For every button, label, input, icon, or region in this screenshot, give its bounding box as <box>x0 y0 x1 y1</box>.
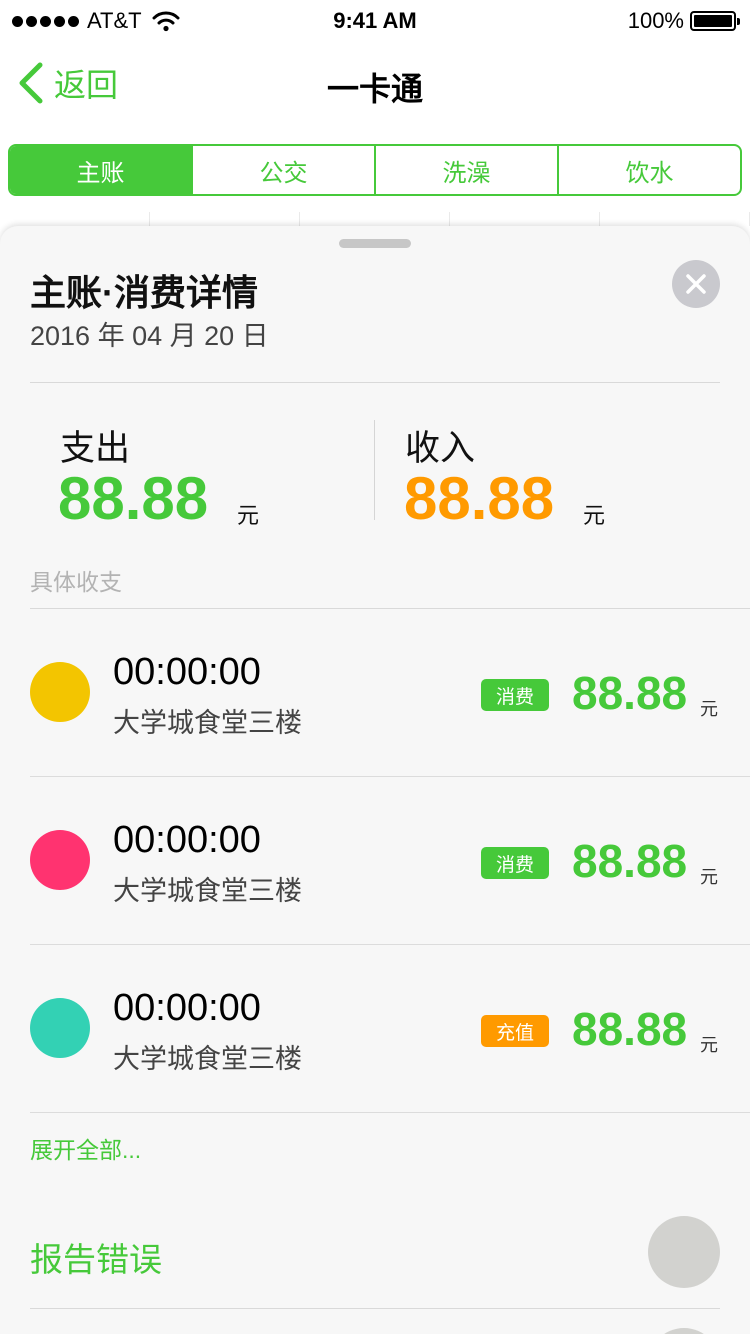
tab-shower[interactable]: 洗澡 <box>374 146 557 194</box>
transaction-row[interactable]: 00:00:00 大学城食堂三楼 消费 88.88 元 <box>0 609 750 777</box>
transaction-amount: 88.88 <box>572 835 688 887</box>
transaction-unit: 元 <box>700 1035 718 1055</box>
tab-main-account[interactable]: 主账 <box>10 146 191 194</box>
row-divider <box>30 1112 750 1113</box>
category-dot <box>30 998 90 1058</box>
transaction-time: 00:00:00 <box>113 651 261 693</box>
transaction-place: 大学城食堂三楼 <box>113 876 302 906</box>
close-icon <box>686 274 706 294</box>
status-bar: AT&T 9:41 AM 100% <box>0 0 750 40</box>
category-dot <box>30 830 90 890</box>
transaction-type-badge: 消费 <box>481 847 549 879</box>
transaction-type-badge: 充值 <box>481 1015 549 1047</box>
expense-amount: 88.88 <box>58 465 209 532</box>
battery-percentage: 100% <box>627 8 684 33</box>
transaction-amount: 88.88 <box>572 1003 688 1055</box>
transaction-type-badge: 消费 <box>481 679 549 711</box>
tab-water[interactable]: 饮水 <box>557 146 740 194</box>
transaction-row[interactable]: 00:00:00 大学城食堂三楼 充值 88.88 元 <box>0 945 750 1113</box>
partial-circle <box>648 1328 720 1334</box>
transaction-place: 大学城食堂三楼 <box>113 1044 302 1074</box>
income-amount: 88.88 <box>404 465 555 532</box>
status-right: 100% <box>627 8 740 34</box>
account-segmented-control: 主账 公交 洗澡 饮水 <box>8 144 742 196</box>
header-divider <box>30 382 720 383</box>
transaction-unit: 元 <box>700 867 718 887</box>
report-toggle[interactable] <box>648 1216 720 1288</box>
navigation-bar: 返回 一卡通 <box>0 40 750 128</box>
tab-bus[interactable]: 公交 <box>191 146 374 194</box>
sheet-title: 主账·消费详情 <box>30 272 258 313</box>
section-label: 具体收支 <box>30 569 122 595</box>
transaction-time: 00:00:00 <box>113 987 261 1029</box>
sheet-date: 2016 年 04 月 20 日 <box>30 321 269 351</box>
income-unit: 元 <box>583 503 606 528</box>
expense-unit: 元 <box>237 503 260 528</box>
transaction-unit: 元 <box>700 699 718 719</box>
category-dot <box>30 662 90 722</box>
summary-divider <box>374 420 375 520</box>
report-error-link[interactable]: 报告错误 <box>30 1233 162 1281</box>
transaction-amount: 88.88 <box>572 667 688 719</box>
transaction-time: 00:00:00 <box>113 819 261 861</box>
expand-all-link[interactable]: 展开全部... <box>30 1131 141 1165</box>
close-button[interactable] <box>672 260 720 308</box>
footer-divider <box>30 1308 720 1309</box>
background-grid-strip <box>0 212 750 226</box>
transaction-row[interactable]: 00:00:00 大学城食堂三楼 消费 88.88 元 <box>0 777 750 945</box>
transaction-place: 大学城食堂三楼 <box>113 708 302 738</box>
battery-icon <box>690 11 740 31</box>
detail-sheet: 主账·消费详情 2016 年 04 月 20 日 支出 88.88 元 收入 8… <box>0 226 750 1334</box>
sheet-grabber[interactable] <box>339 239 411 248</box>
page-title: 一卡通 <box>326 71 423 107</box>
